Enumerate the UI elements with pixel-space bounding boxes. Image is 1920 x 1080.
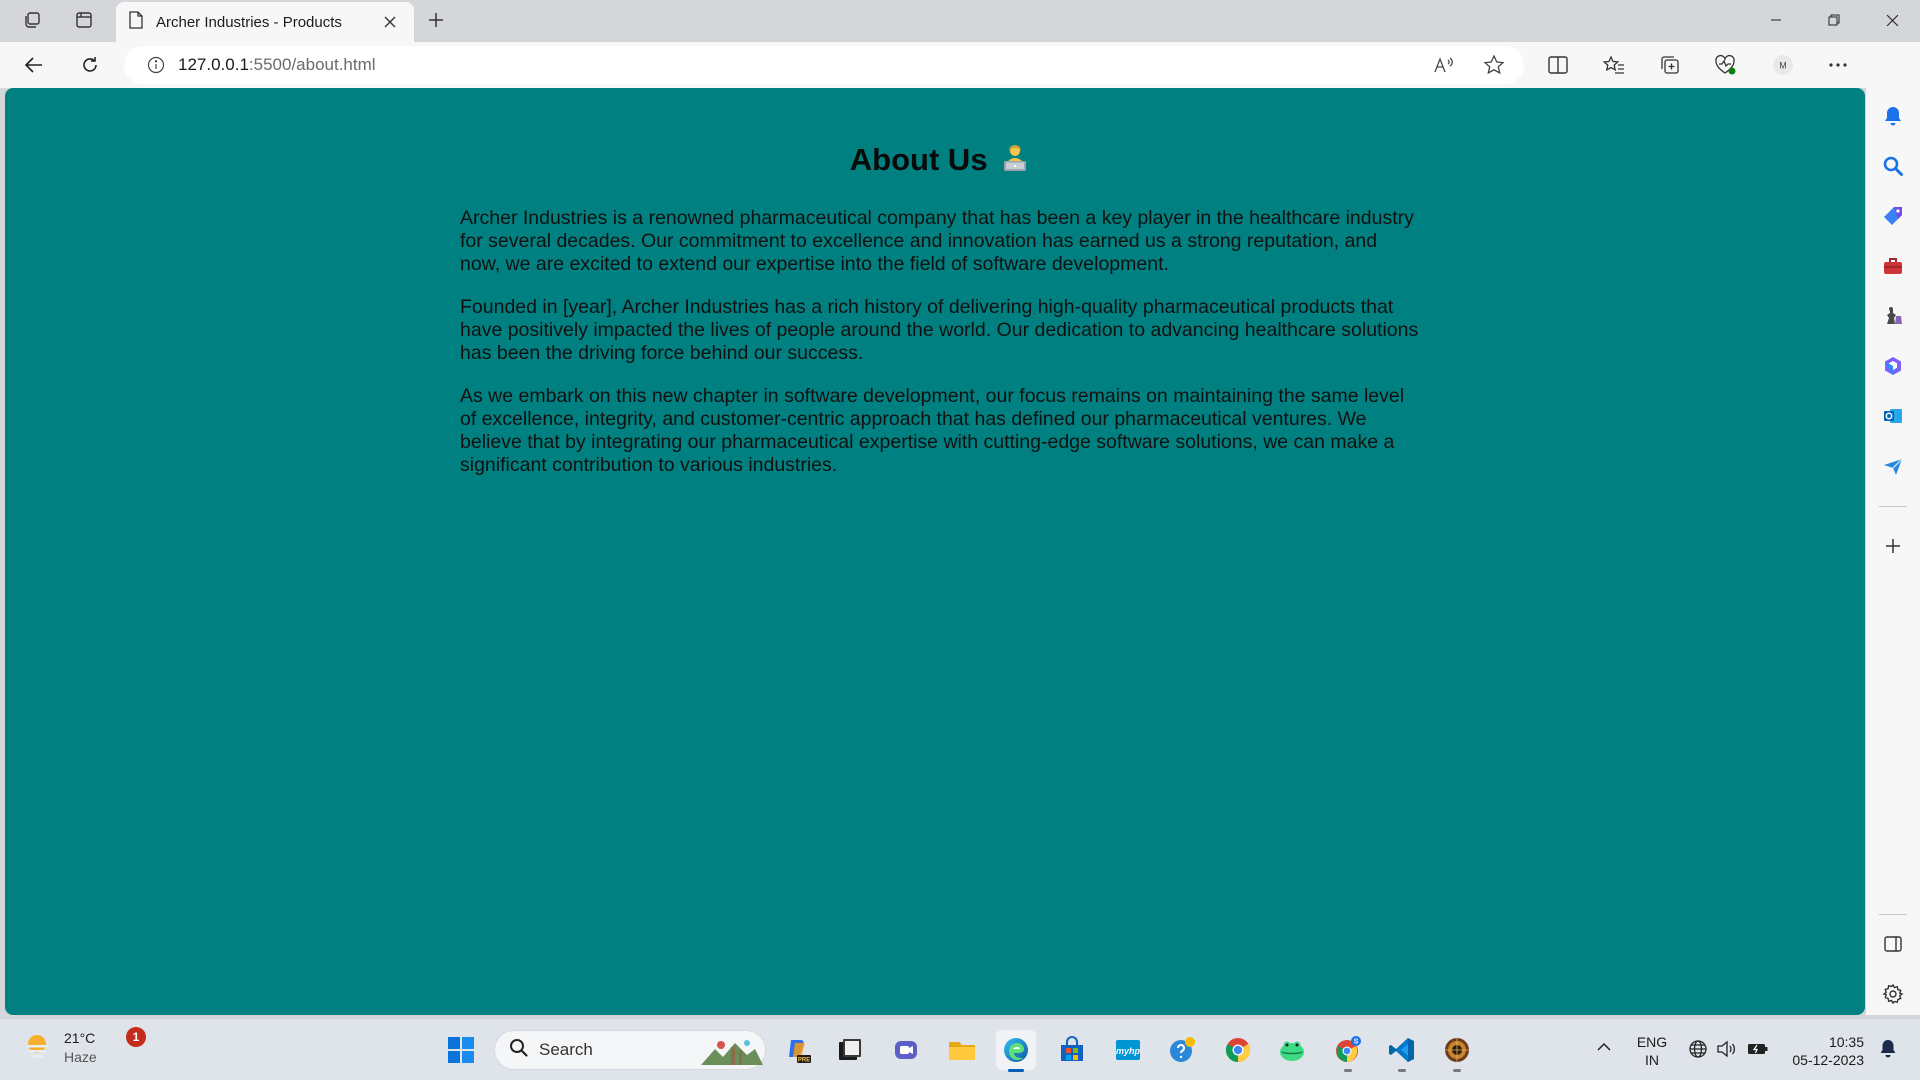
about-section: About Us Archer Industries is a renowned… — [460, 142, 1420, 497]
back-button[interactable] — [16, 47, 52, 83]
address-path: :5500/about.html — [248, 55, 376, 74]
search-icon[interactable] — [1875, 148, 1911, 184]
technologist-emoji-icon — [1000, 143, 1030, 181]
task-view-icon[interactable] — [830, 1030, 870, 1070]
notifications-bell-icon[interactable] — [1875, 98, 1911, 134]
chrome-profile-icon[interactable]: S — [1328, 1030, 1368, 1072]
search-highlight-illustration-icon — [701, 1035, 763, 1072]
running-app-indicator — [1398, 1069, 1406, 1072]
myhp-app-icon[interactable]: myhp — [1108, 1030, 1148, 1070]
split-screen-icon[interactable] — [1540, 48, 1576, 82]
tab-title: Archer Industries - Products — [156, 13, 342, 31]
weather-widget[interactable]: 21°C Haze — [22, 1029, 97, 1067]
about-paragraph-2: Founded in [year], Archer Industries has… — [460, 296, 1419, 364]
browser-toolbar: 127.0.0.1:5500/about.html M — [0, 42, 1920, 88]
site-info-icon[interactable] — [146, 55, 166, 75]
clock-time: 10:35 — [1828, 1034, 1864, 1050]
send-drop-icon[interactable] — [1875, 448, 1911, 484]
more-options-icon[interactable] — [1820, 48, 1856, 82]
favorite-star-icon[interactable] — [1482, 53, 1506, 77]
restore-button[interactable] — [1806, 0, 1862, 40]
browser-essentials-icon[interactable] — [1707, 48, 1743, 82]
lang-bottom: IN — [1645, 1052, 1659, 1068]
page-heading: About Us — [460, 142, 1420, 181]
about-paragraph-3: As we embark on this new chapter in soft… — [460, 385, 1405, 476]
page-icon — [128, 10, 144, 34]
system-clock[interactable]: 10:35 05-12-2023 — [1774, 1033, 1864, 1069]
tab-actions-icon[interactable] — [64, 4, 104, 36]
active-app-indicator — [1008, 1069, 1024, 1072]
input-language[interactable]: ENG IN — [1624, 1033, 1680, 1069]
shopping-tag-icon[interactable] — [1875, 198, 1911, 234]
workspaces-icon[interactable] — [12, 4, 52, 36]
sidebar-divider-bottom — [1879, 914, 1907, 915]
tab-bar: Archer Industries - Products — [0, 0, 1920, 42]
notification-center-bell-icon[interactable] — [1874, 1033, 1902, 1065]
weather-temp: 21°C — [64, 1030, 96, 1046]
vscode-icon[interactable] — [1382, 1030, 1422, 1072]
weather-text: 21°C Haze — [64, 1029, 97, 1067]
android-studio-frog-icon[interactable] — [1272, 1030, 1312, 1070]
search-label: Search — [539, 1040, 593, 1059]
close-window-button[interactable] — [1864, 0, 1920, 40]
microsoft-store-icon[interactable] — [1052, 1030, 1092, 1070]
close-tab-icon[interactable] — [378, 10, 402, 34]
taskbar-search-box[interactable]: Search — [494, 1030, 766, 1070]
profile-avatar[interactable]: M — [1765, 48, 1801, 82]
clock-date: 05-12-2023 — [1792, 1052, 1864, 1068]
tray-app-seal-icon[interactable] — [1437, 1030, 1477, 1072]
svg-text:S: S — [1354, 1039, 1359, 1046]
add-sidebar-app-icon[interactable] — [1875, 528, 1911, 564]
edge-browser-icon[interactable] — [996, 1030, 1036, 1072]
svg-text:PRE: PRE — [798, 1058, 810, 1064]
address-url: 127.0.0.1:5500/about.html — [178, 55, 376, 75]
games-chess-icon[interactable] — [1875, 298, 1911, 334]
collections-icon[interactable] — [1652, 48, 1688, 82]
tools-briefcase-icon[interactable] — [1875, 248, 1911, 284]
page-viewport: About Us Archer Industries is a renowned… — [5, 88, 1865, 1015]
running-app-indicator — [1344, 1069, 1352, 1072]
minimize-button[interactable] — [1748, 0, 1804, 40]
edge-sidebar — [1866, 42, 1920, 1015]
new-tab-button[interactable] — [418, 4, 454, 36]
notification-badge: 1 — [126, 1027, 146, 1047]
copilot-preview-app-icon[interactable]: PRE — [778, 1030, 818, 1070]
running-app-indicator — [1453, 1069, 1461, 1072]
get-help-icon[interactable] — [1163, 1030, 1203, 1070]
teams-chat-icon[interactable] — [886, 1030, 926, 1070]
search-magnifier-icon — [509, 1038, 529, 1063]
microsoft-365-icon[interactable] — [1875, 348, 1911, 384]
haze-sun-icon — [22, 1031, 52, 1066]
chrome-icon[interactable] — [1218, 1030, 1258, 1070]
outlook-icon[interactable] — [1875, 398, 1911, 434]
show-hidden-icons-chevron-icon[interactable] — [1590, 1033, 1618, 1061]
address-bar[interactable]: 127.0.0.1:5500/about.html — [124, 46, 1524, 84]
about-paragraph-1: Archer Industries is a renowned pharmace… — [460, 207, 1414, 275]
favorites-icon[interactable] — [1596, 48, 1632, 82]
hide-sidebar-icon[interactable] — [1875, 926, 1911, 962]
file-explorer-icon[interactable] — [942, 1030, 982, 1070]
sidebar-divider — [1879, 506, 1907, 507]
heading-text: About Us — [849, 142, 988, 177]
reload-button[interactable] — [72, 47, 108, 83]
active-tab[interactable]: Archer Industries - Products — [116, 2, 414, 42]
battery-charging-icon[interactable] — [1744, 1033, 1772, 1065]
sidebar-settings-gear-icon[interactable] — [1875, 976, 1911, 1012]
network-globe-icon[interactable] — [1686, 1033, 1710, 1065]
windows-taskbar: 21°C Haze 1 Search PRE myhp S ENG IN 10:… — [0, 1018, 1920, 1080]
read-aloud-icon[interactable] — [1432, 53, 1456, 77]
start-button[interactable] — [441, 1030, 481, 1070]
volume-speaker-icon[interactable] — [1714, 1033, 1738, 1065]
address-host: 127.0.0.1 — [178, 55, 249, 74]
svg-text:myhp: myhp — [1116, 1046, 1141, 1056]
lang-top: ENG — [1636, 1034, 1668, 1050]
weather-desc: Haze — [64, 1049, 97, 1065]
svg-text:M: M — [1779, 61, 1787, 71]
